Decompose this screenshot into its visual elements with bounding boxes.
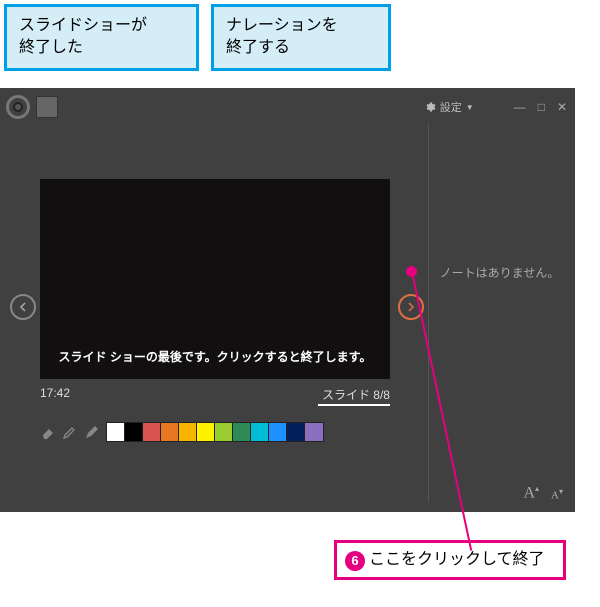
step-number-badge: 6 — [345, 551, 365, 571]
record-indicator-icon — [6, 95, 30, 119]
annotation-pointer-dot — [406, 266, 417, 277]
notes-panel: ノートはありません。 — [432, 164, 567, 281]
prev-slide-button[interactable] — [10, 294, 36, 320]
color-swatch[interactable] — [197, 423, 215, 441]
elapsed-time: 17:42 — [40, 386, 70, 403]
presenter-window: 設定 ▼ — □ ✕ ノートはありません。 スライド ショーの最後です。クリック… — [0, 88, 575, 512]
callout-end-narration: ナレーションを終了する — [211, 4, 391, 71]
vertical-divider — [428, 124, 429, 502]
chevron-down-icon: ▼ — [466, 103, 474, 112]
color-swatch[interactable] — [305, 423, 323, 441]
color-swatch[interactable] — [107, 423, 125, 441]
slide-counter: スライド 8/8 — [322, 386, 390, 403]
color-swatch[interactable] — [251, 423, 269, 441]
end-of-show-message: スライド ショーの最後です。クリックすると終了します。 — [59, 348, 372, 365]
settings-menu[interactable]: 設定 ▼ — [424, 99, 474, 115]
settings-label: 設定 — [440, 99, 462, 115]
counter-underline — [318, 404, 390, 406]
gear-icon — [424, 101, 436, 113]
font-increase-button[interactable]: A▴ — [523, 484, 539, 502]
instruction-text: ここをクリックして終了 — [369, 549, 545, 571]
minimize-button[interactable]: — — [514, 101, 526, 113]
color-swatch[interactable] — [269, 423, 287, 441]
font-decrease-button[interactable]: A▾ — [551, 487, 563, 502]
slide-preview[interactable]: スライド ショーの最後です。クリックすると終了します。 — [40, 179, 390, 379]
highlighter-icon[interactable] — [62, 424, 78, 440]
color-swatch[interactable] — [233, 423, 251, 441]
color-swatch[interactable] — [125, 423, 143, 441]
color-swatches — [106, 422, 324, 442]
color-swatch[interactable] — [143, 423, 161, 441]
callout-slideshow-ended: スライドショーが終了した — [4, 4, 199, 71]
maximize-button[interactable]: □ — [538, 101, 545, 113]
color-swatch[interactable] — [179, 423, 197, 441]
eraser-icon[interactable] — [40, 424, 56, 440]
color-swatch[interactable] — [287, 423, 305, 441]
instruction-callout: 6 ここをクリックして終了 — [334, 540, 566, 580]
pen-icon[interactable] — [84, 424, 100, 440]
stop-indicator-icon — [36, 96, 58, 118]
color-swatch[interactable] — [215, 423, 233, 441]
close-button[interactable]: ✕ — [557, 101, 567, 113]
titlebar: 設定 ▼ — □ ✕ — [0, 88, 575, 124]
notes-empty-text: ノートはありません。 — [432, 264, 567, 281]
color-swatch[interactable] — [161, 423, 179, 441]
